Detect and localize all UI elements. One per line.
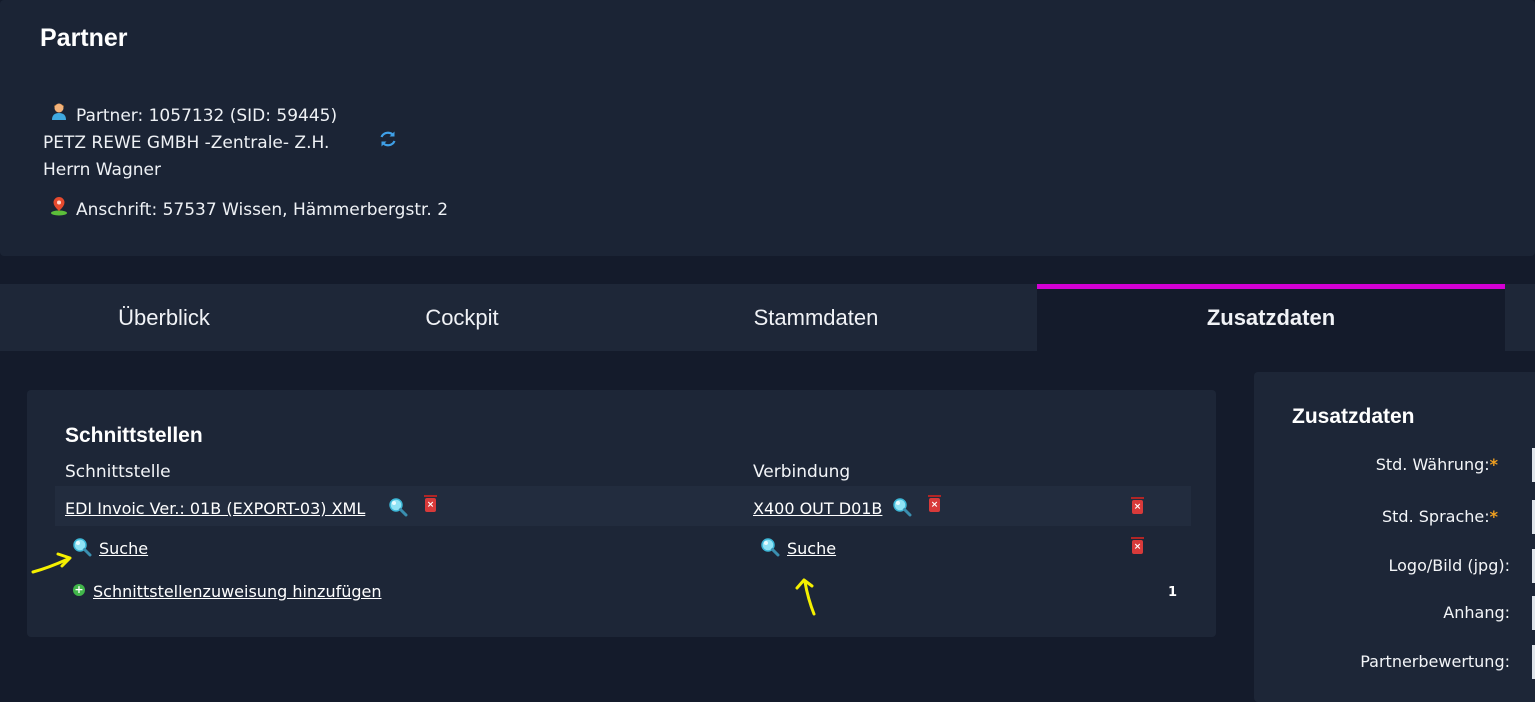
tab-ueberblick[interactable]: Überblick [0, 284, 328, 351]
connection-link[interactable]: X400 OUT D01B [753, 499, 882, 518]
search-icon[interactable] [388, 497, 408, 521]
interface-search-link[interactable]: Suche [99, 539, 148, 558]
field-label-currency: Std. Währung:* [1375, 455, 1498, 474]
page-title: Partner [40, 24, 128, 52]
active-tab-indicator [1037, 284, 1505, 289]
column-header-interface: Schnittstelle [65, 462, 171, 482]
extra-data-title: Zusatzdaten [1292, 405, 1415, 428]
location-pin-icon [50, 196, 68, 220]
interface-count: 1 [1168, 585, 1178, 600]
interfaces-title: Schnittstellen [65, 424, 203, 447]
delete-connection-icon[interactable]: × [928, 495, 941, 512]
field-label-logo: Logo/Bild (jpg): [1388, 556, 1511, 575]
annotation-arrow [31, 552, 72, 574]
interface-link[interactable]: EDI Invoic Ver.: 01B (EXPORT-03) XML [65, 499, 365, 518]
connection-search-link[interactable]: Suche [787, 539, 836, 558]
required-marker: * [1489, 455, 1498, 474]
search-connection-row2-icon[interactable] [760, 537, 780, 561]
refresh-icon[interactable] [378, 129, 398, 153]
delete-interface-icon[interactable]: × [424, 495, 437, 512]
tab-zusatzdaten[interactable]: Zusatzdaten [1037, 284, 1505, 351]
field-label-attachment: Anhang: [1443, 603, 1510, 622]
column-header-connection: Verbindung [753, 462, 851, 482]
tab-stammdaten[interactable]: Stammdaten [636, 284, 996, 351]
contact-person: Herrn Wagner [43, 160, 161, 180]
person-icon [51, 102, 67, 124]
annotation-arrow [795, 578, 816, 616]
address-text: Anschrift: 57537 Wissen, Hämmerbergstr. … [76, 200, 449, 220]
field-label-language: Std. Sprache:* [1382, 507, 1498, 526]
add-icon[interactable]: + [73, 584, 85, 596]
company-name: PETZ REWE GMBH -Zentrale- Z.H. [43, 133, 330, 153]
tab-cockpit[interactable]: Cockpit [298, 284, 626, 351]
delete-row2-icon[interactable]: × [1131, 537, 1144, 554]
required-marker: * [1489, 507, 1498, 526]
add-interface-assignment-link[interactable]: Schnittstellenzuweisung hinzufügen [93, 582, 382, 601]
partner-id-text: Partner: 1057132 (SID: 59445) [76, 106, 338, 126]
search-connection-icon[interactable] [892, 497, 912, 521]
field-label-rating: Partnerbewertung: [1360, 652, 1510, 671]
delete-row-icon[interactable]: × [1131, 497, 1144, 514]
